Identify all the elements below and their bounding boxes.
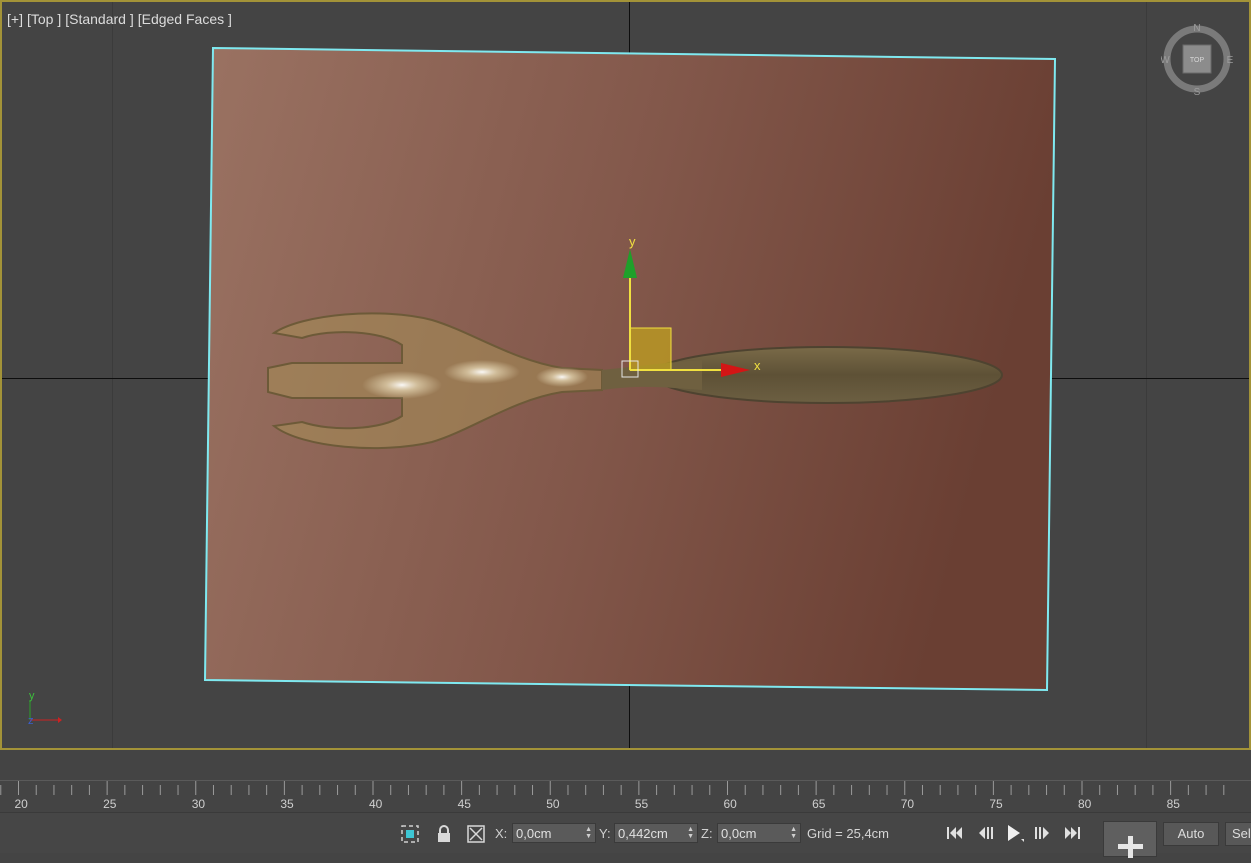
previous-frame-icon[interactable] [975,823,997,843]
isolate-selection-icon[interactable] [400,824,420,844]
ruler-frame-label: 85 [1166,797,1180,811]
y-coord-field[interactable]: 0,442cm ▲ ▼ [614,823,698,843]
x-coord-spinner[interactable]: ▲ ▼ [585,826,592,840]
ruler-frame-label: 55 [634,797,649,811]
go-to-start-icon[interactable] [944,823,966,843]
axis-tripod: y z [28,690,62,727]
ruler-frame-label: 25 [103,797,117,811]
ruler-frame-label: 50 [546,797,560,811]
compass-south[interactable]: S [1194,87,1201,95]
grid-size-readout: Grid = 25,4cm [807,826,890,841]
gizmo-y-label: y [629,234,636,249]
z-coord-value: 0,0cm [721,826,757,841]
absolute-mode-transform-icon[interactable] [466,824,486,844]
next-frame-icon[interactable] [1031,823,1053,843]
compass-east[interactable]: E [1227,55,1233,66]
y-coord-label: Y: [599,826,611,841]
y-coord-spinner[interactable]: ▲ ▼ [687,826,694,840]
track-bar-ruler[interactable]: 20 25 30 35 40 45 50 55 60 65 70 75 80 85 [0,780,1251,813]
plus-key-icon [1118,836,1143,858]
x-coord-label: X: [495,826,508,841]
ruler-frame-label: 35 [280,797,294,811]
viewcube[interactable]: TOP N S E W [1161,23,1233,95]
lock-icon[interactable] [434,824,454,844]
x-coord-field[interactable]: 0,0cm ▲ ▼ [512,823,596,843]
ruler-frame-label: 30 [191,797,206,811]
gizmo-x-label: x [754,358,761,373]
ruler-frame-label: 75 [989,797,1003,811]
compass-west[interactable]: W [1161,55,1170,66]
selected-key-filter-button[interactable]: Sel [1225,822,1251,846]
z-coord-label: Z: [701,826,713,841]
ruler-frame-label: 80 [1078,797,1092,811]
ruler-frame-label: 20 [14,797,28,811]
reference-image-plane[interactable]: y x [2,2,1251,750]
ruler-frame-label: 65 [812,797,826,811]
compass-north[interactable]: N [1193,23,1200,34]
tripod-y-label: y [29,690,35,702]
top-viewport[interactable]: [+] [Top ] [Standard ] [Edged Faces ] y … [0,0,1251,750]
gizmo-xy-plane-handle[interactable] [629,327,672,371]
z-coord-spinner[interactable]: ▲ ▼ [790,826,797,840]
ruler-ticks [0,781,1225,795]
ruler-frame-label: 60 [723,797,737,811]
x-coord-value: 0,0cm [516,826,552,841]
z-coord-field[interactable]: 0,0cm ▲ ▼ [717,823,801,843]
status-bar: X: 0,0cm ▲ ▼ Y: 0,442cm ▲ ▼ Z: 0,0cm ▲ ▼ Gr… [0,812,1251,858]
ruler-frame-label: 70 [900,797,915,811]
viewcube-face-label: TOP [1190,57,1205,64]
ruler-frame-label: 45 [457,797,471,811]
play-icon[interactable] [1003,823,1025,843]
y-coord-value: 0,442cm [618,826,668,841]
ruler-frame-label: 40 [369,797,383,811]
tripod-z-label: z [28,715,34,727]
auto-key-button[interactable]: Auto [1163,822,1219,846]
go-to-end-icon[interactable] [1061,823,1083,843]
